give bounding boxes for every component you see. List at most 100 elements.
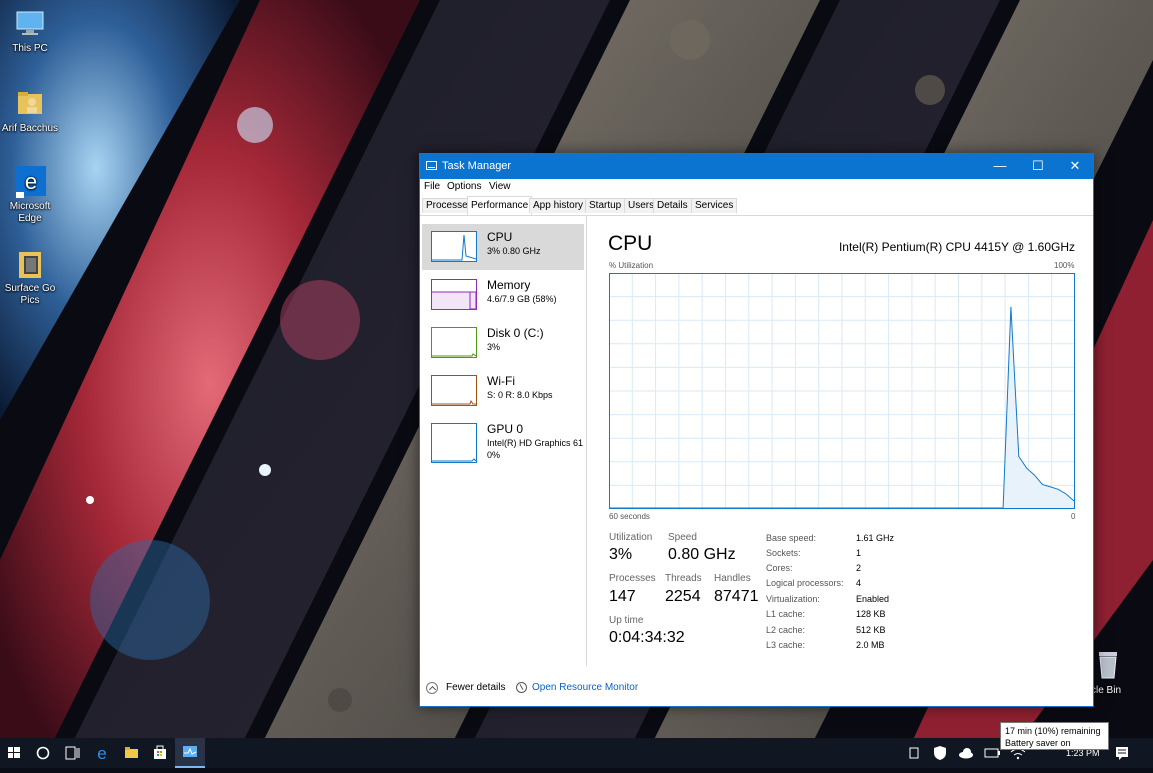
recycle-bin-icon [1091,648,1125,682]
threads-value: 2254 [665,588,701,605]
menu-view[interactable]: View [489,181,511,192]
uptime-label: Up time [609,615,644,626]
start-button[interactable] [0,738,28,768]
desktop-icon-label: This PC [12,43,48,54]
resource-item-disk[interactable]: Disk 0 (C:) 3% [422,320,584,366]
cortana-button[interactable] [29,738,57,768]
computer-icon [13,6,47,40]
resource-item-gpu[interactable]: GPU 0 Intel(R) HD Graphics 61 0% [422,416,584,463]
tab-services[interactable]: Services [691,198,738,213]
zero-axis-label: 0 [1071,512,1076,521]
resource-name: CPU [487,230,513,244]
resource-detail: Intel(R) HD Graphics 61 [487,438,584,448]
resource-detail: 3% [487,342,501,352]
resource-item-wifi[interactable]: Wi-Fi S: 0 R: 8.0 Kbps [422,368,584,414]
menu-bar: File Options View [420,179,1093,195]
resource-thumbnail [431,279,477,310]
detail-key: L2 cache: [766,625,806,635]
cpu-model-name: Intel(R) Pentium(R) CPU 4415Y @ 1.60GHz [838,240,1075,254]
desktop-icon-label: Microsoft Edge [9,201,51,224]
resource-item-cpu[interactable]: CPU 3% 0.80 GHz [422,224,584,270]
resource-item-memory[interactable]: Memory 4.6/7.9 GB (58%) [422,272,584,318]
speed-value: 0.80 GHz [668,546,736,563]
battery-remaining-text: 17 min (10%) remaining [1005,726,1101,736]
fewer-details-label: Fewer details [446,682,506,693]
resource-name: GPU 0 [487,422,524,436]
cpu-utilization-graph [609,273,1075,509]
search-circle-icon [36,746,50,760]
handles-value: 87471 [714,588,759,605]
folder-icon [13,246,47,280]
desktop-icon-edge[interactable]: e Microsoft Edge [0,164,60,225]
title-bar[interactable]: Task Manager — ☐ ✕ [420,154,1093,179]
tab-startup[interactable]: Startup [585,198,626,213]
page-title: CPU [608,232,653,255]
detail-value: 1.61 GHz [856,533,895,543]
minimize-button[interactable]: — [981,154,1019,179]
action-center-icon[interactable] [1110,738,1134,768]
folder-icon [125,747,138,758]
resource-detail: S: 0 R: 8.0 Kbps [487,390,553,400]
desktop-icon-this-pc[interactable]: This PC [0,6,60,55]
time-axis-label: 60 seconds [609,512,650,521]
resource-list: CPU 3% 0.80 GHz Memory 4.6/7.9 GB (58%) … [420,216,587,666]
desktop-icon-arif-bacchus[interactable]: Arif Bacchus [0,86,60,135]
close-button[interactable]: ✕ [1056,154,1094,179]
resource-name: Wi-Fi [487,374,515,388]
threads-label: Threads [665,573,702,584]
footer-bar: Fewer details Open Resource Monitor [420,674,1093,704]
desktop-icon-recycle-bin[interactable]: cle Bin [1085,648,1153,697]
task-view-button[interactable] [58,738,86,768]
detail-value: 2 [856,563,862,573]
detail-key: L3 cache: [766,640,806,650]
task-manager-icon [426,161,437,170]
resource-name: Disk 0 (C:) [487,326,544,340]
onedrive-icon[interactable] [954,738,978,768]
taskbar: e [0,738,1153,768]
window-title: Task Manager [442,160,512,172]
windows-logo-icon [8,747,20,758]
tray-notes-icon[interactable] [902,738,926,768]
store-button[interactable] [146,738,174,768]
resource-thumbnail [431,231,477,262]
task-manager-window: Task Manager — ☐ ✕ File Options View Pro… [419,153,1094,707]
detail-key: Sockets: [766,548,801,558]
detail-value: Enabled [856,594,890,604]
resource-detail-2: 0% [487,450,501,460]
detail-key: Logical processors: [766,578,844,588]
edge-taskbar-button[interactable]: e [88,738,116,768]
file-explorer-button[interactable] [117,738,145,768]
tab-app-history[interactable]: App history [529,198,588,213]
tab-details[interactable]: Details [653,198,692,213]
detail-key: Virtualization: [766,594,820,604]
edge-icon: e [97,744,106,763]
utilization-label: Utilization [609,532,653,543]
battery-tooltip: 17 min (10%) remaining Battery saver on [1000,722,1109,750]
uptime-value: 0:04:34:32 [609,629,685,646]
desktop-icon-surface-go-pics[interactable]: Surface Go Pics [0,246,60,307]
resource-thumbnail [431,423,477,463]
tab-performance[interactable]: Performance [467,196,533,215]
menu-file[interactable]: File [424,181,440,192]
resource-name: Memory [487,278,531,292]
utilization-value: 3% [609,546,633,563]
detail-key: Base speed: [766,533,817,543]
battery-saver-text: Battery saver on [1005,738,1071,748]
detail-key: Cores: [766,563,793,573]
open-resource-monitor-label: Open Resource Monitor [532,682,639,693]
user-folder-icon [13,86,47,120]
store-bag-icon [154,745,166,759]
processes-label: Processes [609,573,656,584]
maximize-button[interactable]: ☐ [1019,154,1057,179]
detail-key: L1 cache: [766,609,806,619]
detail-value: 2.0 MB [856,640,885,650]
defender-icon[interactable] [928,738,952,768]
detail-value: 512 KB [856,625,886,635]
detail-value: 4 [856,578,862,588]
detail-value: 128 KB [856,609,886,619]
svg-text:e: e [97,744,106,763]
handles-label: Handles [714,573,751,584]
task-manager-taskbar-button[interactable] [175,738,205,768]
menu-options[interactable]: Options [447,181,481,192]
resource-monitor-icon [516,682,527,693]
